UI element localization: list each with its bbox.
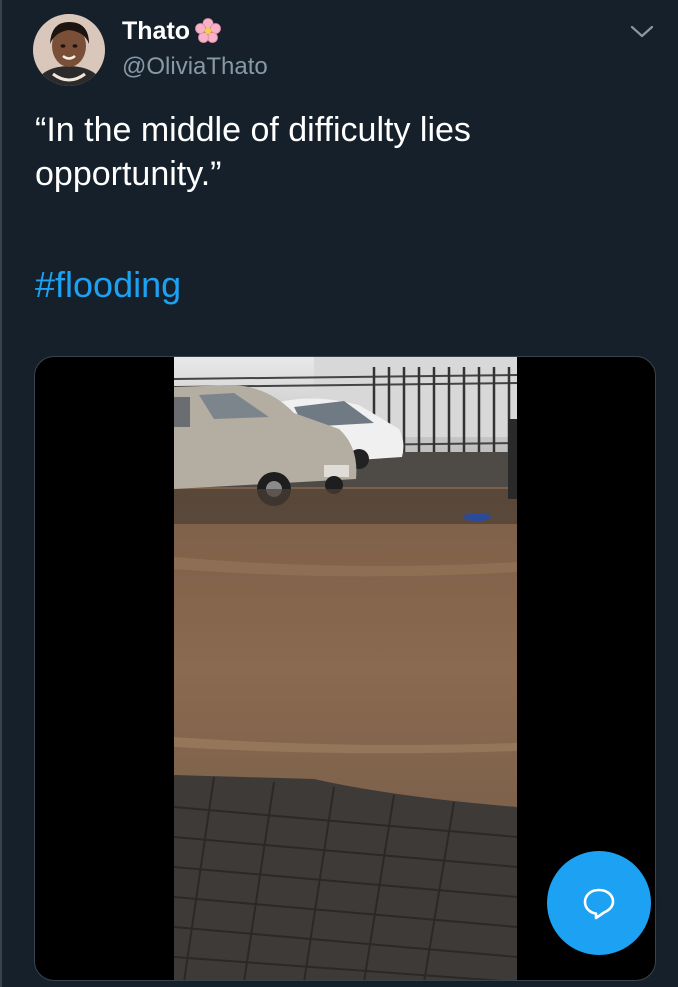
tweet-text: “In the middle of difficulty lies opport…	[35, 108, 645, 196]
compose-fab-button[interactable]	[547, 851, 651, 955]
tweet-text-line: opportunity.”	[35, 155, 222, 193]
author-row[interactable]: Thato	[122, 16, 222, 46]
user-handle[interactable]: @OliviaThato	[122, 52, 268, 82]
flower-icon	[195, 18, 221, 43]
chat-bubble-icon	[583, 888, 615, 920]
hashtag-link[interactable]: #flooding	[35, 262, 181, 308]
tweet-text-line: “In the middle of difficulty lies	[35, 111, 471, 149]
video-thumbnail	[174, 357, 517, 980]
avatar[interactable]	[33, 14, 105, 86]
display-name[interactable]: Thato	[122, 16, 190, 46]
tweet-card: Thato @OliviaThato “In the middle of dif…	[0, 0, 678, 987]
chevron-down-icon[interactable]	[627, 18, 657, 44]
